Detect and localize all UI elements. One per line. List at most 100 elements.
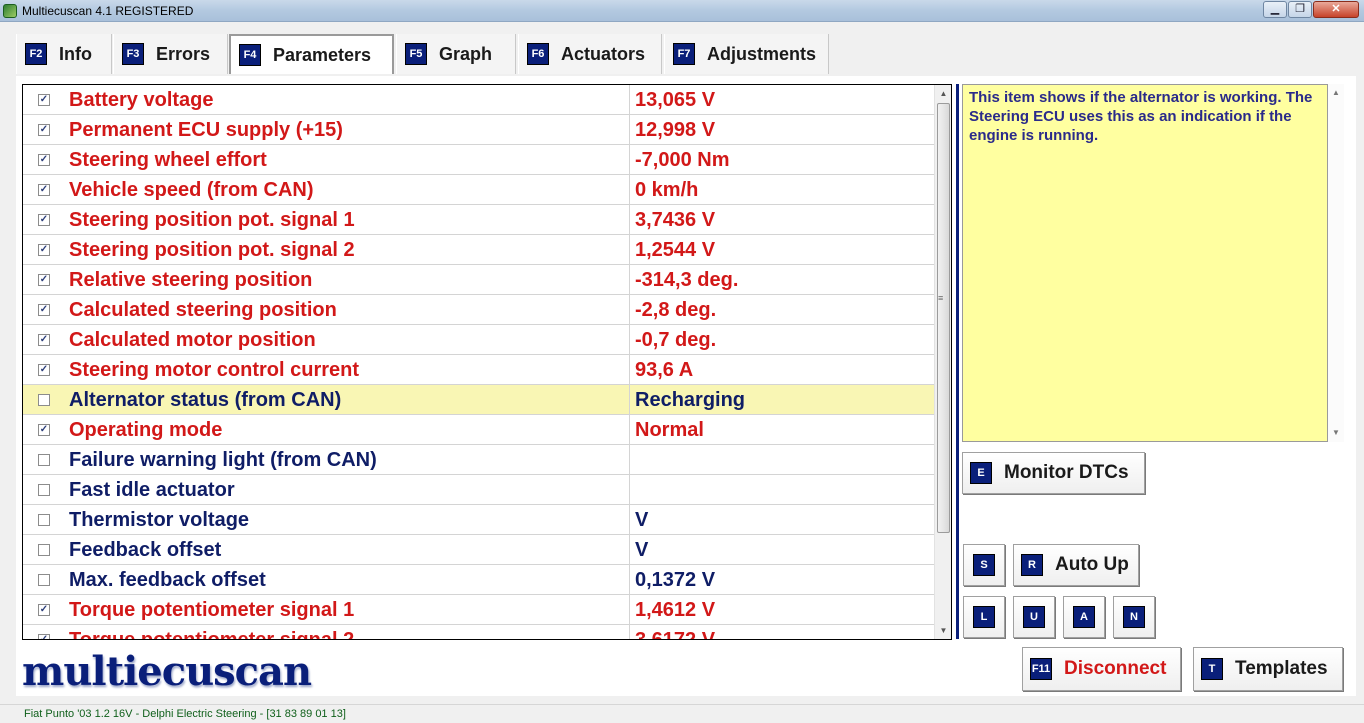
table-row[interactable]: ✓ Steering motor control current 93,6 A	[23, 355, 934, 385]
parameter-name: Fast idle actuator	[69, 479, 235, 501]
scroll-thumb[interactable]	[937, 103, 950, 533]
row-checkbox[interactable]: ✓	[38, 94, 50, 106]
parameters-table: ✓ Battery voltage 13,065 V ✓ Permanent ECU s…	[22, 84, 952, 640]
parameter-name: Relative steering position	[69, 269, 313, 291]
parameter-value: 1,2544 V	[635, 239, 716, 261]
key-badge: F6	[527, 43, 549, 65]
parameter-name: Steering wheel effort	[69, 149, 267, 171]
a-button[interactable]: A	[1063, 596, 1105, 638]
table-row[interactable]: Thermistor voltage V	[23, 505, 934, 535]
row-checkbox[interactable]	[38, 484, 50, 496]
row-checkbox[interactable]: ✓	[38, 334, 50, 346]
key-badge: E	[970, 462, 992, 484]
n-button[interactable]: N	[1113, 596, 1155, 638]
l-button[interactable]: L	[963, 596, 1005, 638]
desc-scroll-down-icon[interactable]: ▼	[1332, 428, 1340, 437]
column-divider	[629, 175, 630, 205]
row-checkbox[interactable]: ✓	[38, 214, 50, 226]
tab-actuators[interactable]: F6 Actuators	[518, 34, 662, 74]
row-checkbox[interactable]: ✓	[38, 304, 50, 316]
monitor-dtcs-button[interactable]: E Monitor DTCs	[962, 452, 1145, 494]
parameter-name: Feedback offset	[69, 539, 222, 561]
tab-info[interactable]: F2 Info	[16, 34, 112, 74]
row-checkbox[interactable]	[38, 394, 50, 406]
row-checkbox[interactable]: ✓	[38, 604, 50, 616]
table-row[interactable]: ✓ Torque potentiometer signal 1 1,4612 V	[23, 595, 934, 625]
table-row[interactable]: Feedback offset V	[23, 535, 934, 565]
column-divider	[629, 265, 630, 295]
desc-scroll-up-icon[interactable]: ▲	[1332, 88, 1340, 97]
row-checkbox[interactable]	[38, 574, 50, 586]
table-row[interactable]: Alternator status (from CAN) Recharging	[23, 385, 934, 415]
key-badge: F5	[405, 43, 427, 65]
table-row[interactable]: ✓ Calculated steering position -2,8 deg.	[23, 295, 934, 325]
scroll-grip-icon: ≡	[938, 293, 944, 303]
parameter-value: 3,6172 V	[635, 629, 716, 640]
description-scrollbar[interactable]: ▲ ▼	[1328, 84, 1344, 442]
table-row[interactable]: Failure warning light (from CAN)	[23, 445, 934, 475]
templates-button[interactable]: T Templates	[1193, 647, 1343, 691]
parameter-value: -2,8 deg.	[635, 299, 717, 321]
multiecuscan-logo: multiecuscan	[22, 648, 312, 695]
auto-up-button[interactable]: R Auto Up	[1013, 544, 1139, 586]
row-checkbox[interactable]	[38, 514, 50, 526]
row-checkbox[interactable]: ✓	[38, 364, 50, 376]
tab-graph[interactable]: F5 Graph	[396, 34, 516, 74]
table-row[interactable]: ✓ Steering position pot. signal 1 3,7436 V	[23, 205, 934, 235]
window-title: Multiecuscan 4.1 REGISTERED	[22, 4, 194, 18]
minimize-button[interactable]: ▁	[1263, 1, 1287, 18]
parameter-name: Operating mode	[69, 419, 223, 441]
table-row[interactable]: ✓ Operating mode Normal	[23, 415, 934, 445]
table-row[interactable]: ✓ Battery voltage 13,065 V	[23, 85, 934, 115]
tab-adjustments[interactable]: F7 Adjustments	[664, 34, 829, 74]
column-divider	[629, 205, 630, 235]
key-badge: U	[1023, 606, 1045, 628]
maximize-button[interactable]: ❐	[1288, 1, 1312, 18]
row-checkbox[interactable]: ✓	[38, 154, 50, 166]
scroll-up-arrow-icon[interactable]: ▲	[935, 85, 951, 102]
parameter-name: Torque potentiometer signal 2	[69, 629, 355, 640]
s-button[interactable]: S	[963, 544, 1005, 586]
table-row[interactable]: ✓ Vehicle speed (from CAN) 0 km/h	[23, 175, 934, 205]
u-button[interactable]: U	[1013, 596, 1055, 638]
row-checkbox[interactable]: ✓	[38, 274, 50, 286]
row-checkbox[interactable]: ✓	[38, 634, 50, 639]
parameter-value: -314,3 deg.	[635, 269, 739, 291]
column-divider	[629, 235, 630, 265]
table-row[interactable]: ✓ Permanent ECU supply (+15) 12,998 V	[23, 115, 934, 145]
app-window: Multiecuscan 4.1 REGISTERED ▁ ❐ ✕ F2 Info…	[0, 0, 1364, 723]
key-badge: T	[1201, 658, 1223, 680]
table-row[interactable]: ✓ Relative steering position -314,3 deg.	[23, 265, 934, 295]
parameter-value: 12,998 V	[635, 119, 716, 141]
table-row[interactable]: ✓ Steering position pot. signal 2 1,2544 V	[23, 235, 934, 265]
panel-separator	[956, 84, 959, 639]
tab-errors[interactable]: F3 Errors	[113, 34, 228, 74]
row-checkbox[interactable]: ✓	[38, 124, 50, 136]
auto-up-label: Auto Up	[1055, 554, 1129, 575]
parameter-name: Max. feedback offset	[69, 569, 266, 591]
table-row[interactable]: ✓ Torque potentiometer signal 2 3,6172 V	[23, 625, 934, 640]
table-row[interactable]: ✓ Calculated motor position -0,7 deg.	[23, 325, 934, 355]
parameter-value: -0,7 deg.	[635, 329, 717, 351]
table-scrollbar[interactable]: ▲ ≡ ▼	[934, 85, 951, 639]
column-divider	[629, 385, 630, 415]
row-checkbox[interactable]	[38, 454, 50, 466]
parameter-value: 3,7436 V	[635, 209, 716, 231]
parameter-value: 93,6 A	[635, 359, 694, 381]
disconnect-button[interactable]: F11 Disconnect	[1022, 647, 1181, 691]
parameter-value: 0,1372 V	[635, 569, 716, 591]
table-row[interactable]: Fast idle actuator	[23, 475, 934, 505]
scroll-down-arrow-icon[interactable]: ▼	[935, 622, 951, 639]
monitor-dtcs-label: Monitor DTCs	[1004, 462, 1129, 483]
row-checkbox[interactable]: ✓	[38, 424, 50, 436]
tab-parameters[interactable]: F4 Parameters	[229, 34, 394, 74]
row-checkbox[interactable]: ✓	[38, 184, 50, 196]
row-checkbox[interactable]	[38, 544, 50, 556]
parameter-value: 13,065 V	[635, 89, 716, 111]
table-row[interactable]: Max. feedback offset 0,1372 V	[23, 565, 934, 595]
row-checkbox[interactable]: ✓	[38, 244, 50, 256]
close-button[interactable]: ✕	[1313, 1, 1359, 18]
table-row[interactable]: ✓ Steering wheel effort -7,000 Nm	[23, 145, 934, 175]
column-divider	[629, 535, 630, 565]
column-divider	[629, 625, 630, 639]
